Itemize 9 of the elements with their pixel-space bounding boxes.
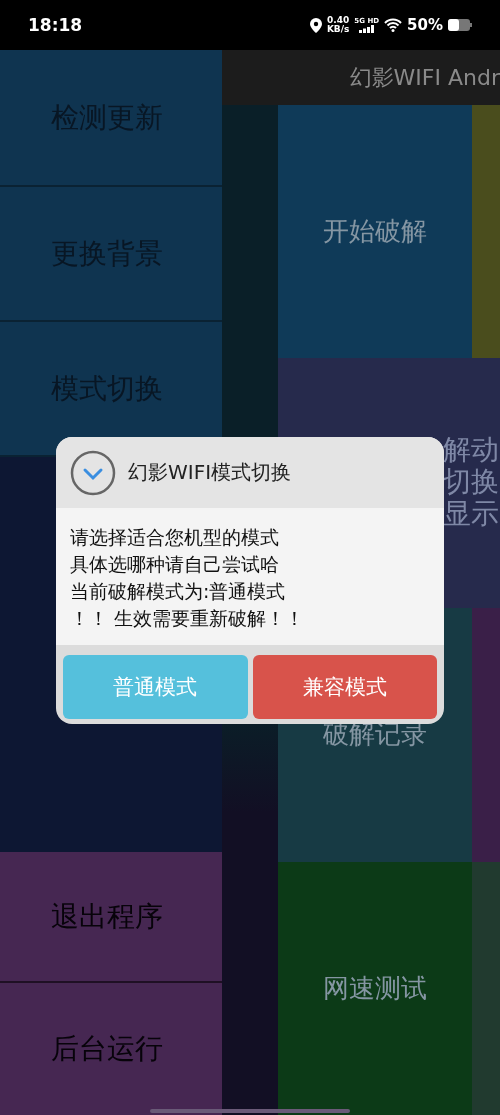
app-title: 幻影WIFI Andr (349, 63, 500, 92)
battery-level: 50% (407, 16, 443, 34)
dialog-title: 幻影WIFI模式切换 (128, 459, 292, 486)
clock-time: 18:18 (28, 15, 83, 35)
speed-unit: KB/s (326, 25, 350, 34)
dialog-message: 当前破解模式为:普通模式 (70, 579, 287, 604)
dialog-message: 具体选哪种请自己尝试哈 (70, 552, 280, 577)
network-speed: 0.40 (327, 16, 350, 25)
dialog-message: 请选择适合您机型的模式 (70, 525, 280, 550)
